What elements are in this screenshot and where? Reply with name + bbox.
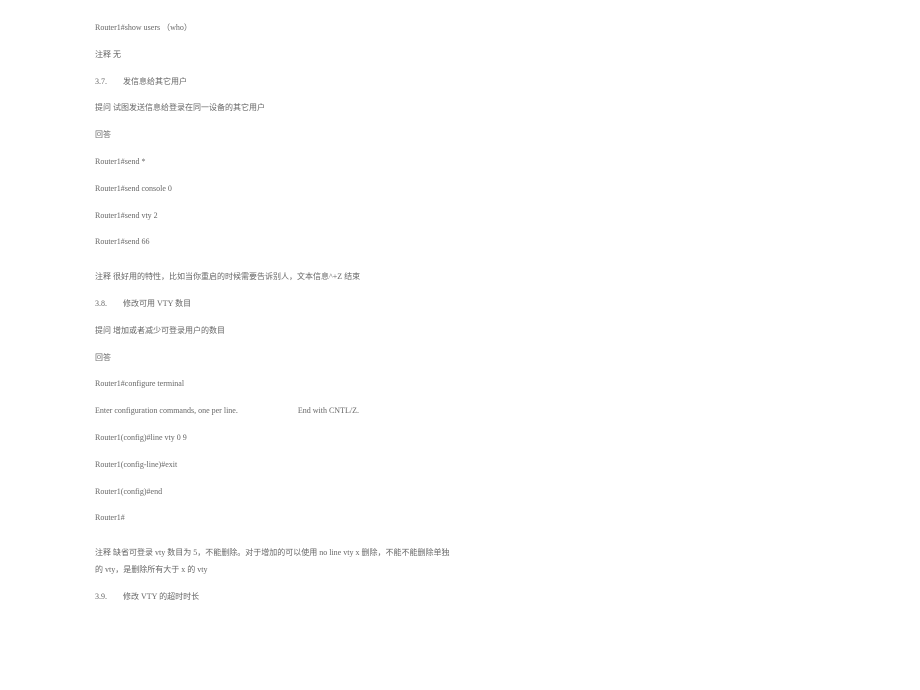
- command-line: Router1#configure terminal: [95, 378, 830, 391]
- command-output-part1: Enter configuration commands, one per li…: [95, 406, 238, 415]
- command-output-part2: End with CNTL/Z.: [298, 406, 359, 415]
- command-line: Router1(config)#end: [95, 486, 830, 499]
- text-line: 注释 无: [95, 49, 830, 62]
- text-line: 注释 很好用的特性，比如当你重启的时候需要告诉别人，文本信息^+Z 结束: [95, 271, 830, 284]
- section-heading: 3.8. 修改可用 VTY 数目: [95, 298, 830, 311]
- command-line: Router1#send vty 2: [95, 210, 830, 223]
- text-line: Router1#show users （who）: [95, 22, 830, 35]
- command-line: Router1#: [95, 512, 830, 525]
- text-line: 回答: [95, 129, 830, 142]
- text-line: 提问 试图发送信息给登录在同一设备的其它用户: [95, 102, 830, 115]
- command-line: Enter configuration commands, one per li…: [95, 405, 830, 418]
- section-heading: 3.9. 修改 VTY 的超时时长: [95, 591, 830, 604]
- command-line: Router1#send console 0: [95, 183, 830, 196]
- command-line: Router1(config-line)#exit: [95, 459, 830, 472]
- text-line: 注释 缺省可登录 vty 数目为 5，不能删除。对于增加的可以使用 no lin…: [95, 547, 830, 560]
- text-line: 的 vty，是删除所有大于 x 的 vty: [95, 564, 830, 577]
- command-line: Router1#send 66: [95, 236, 830, 249]
- spacer: [95, 263, 830, 271]
- text-line: 回答: [95, 352, 830, 365]
- text-line: 提问 增加或者减少可登录用户的数目: [95, 325, 830, 338]
- section-heading: 3.7. 发信息给其它用户: [95, 76, 830, 89]
- command-line: Router1#send *: [95, 156, 830, 169]
- spacer: [95, 539, 830, 547]
- command-line: Router1(config)#line vty 0 9: [95, 432, 830, 445]
